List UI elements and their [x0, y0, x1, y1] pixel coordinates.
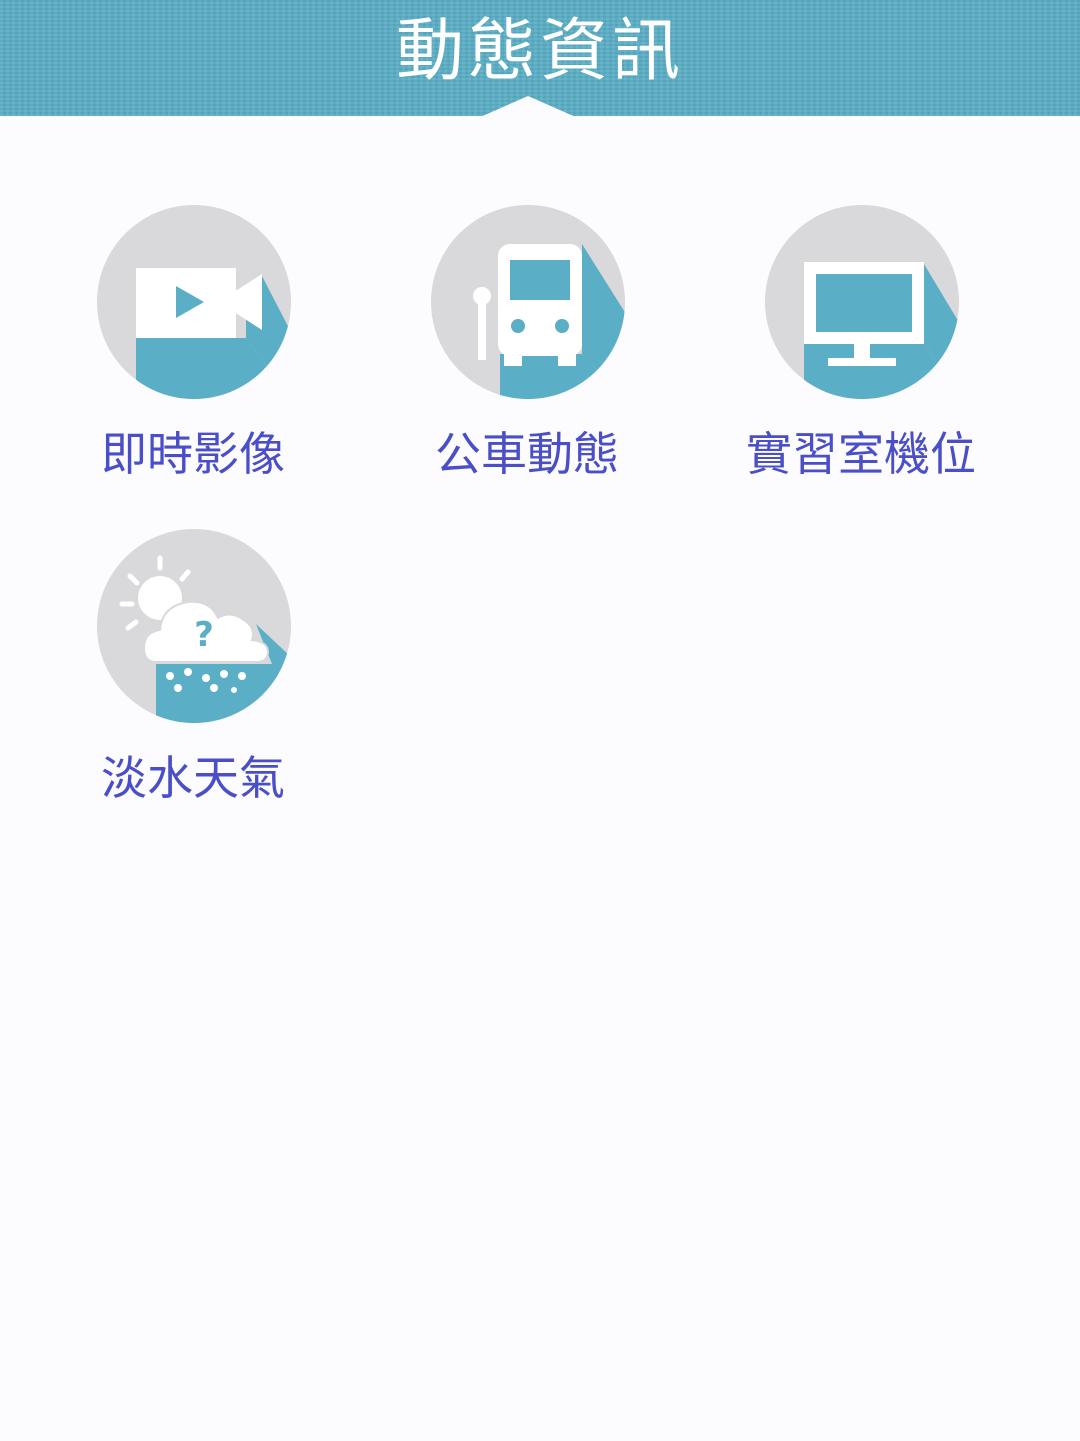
header-bar: 動態資訊 [0, 0, 1080, 118]
tile-lab-seats[interactable]: 實習室機位 [736, 204, 986, 504]
tile-live-video[interactable]: 即時影像 [68, 204, 318, 504]
page-title: 動態資訊 [395, 12, 684, 91]
tile-bus-status[interactable]: 公車動態 [402, 204, 652, 504]
video-camera-icon [97, 205, 291, 399]
header-notch [478, 96, 578, 118]
tile-label: 公車動態 [435, 427, 619, 481]
tile-label: 即時影像 [101, 427, 285, 481]
tile-tamsui-weather[interactable]: ? 淡水天氣 [68, 528, 318, 828]
svg-text:?: ? [194, 615, 214, 655]
weather-icon: ? [97, 529, 291, 723]
bus-icon [431, 205, 625, 399]
monitor-icon [765, 205, 959, 399]
tile-label: 淡水天氣 [101, 751, 285, 805]
tile-label: 實習室機位 [746, 427, 976, 481]
